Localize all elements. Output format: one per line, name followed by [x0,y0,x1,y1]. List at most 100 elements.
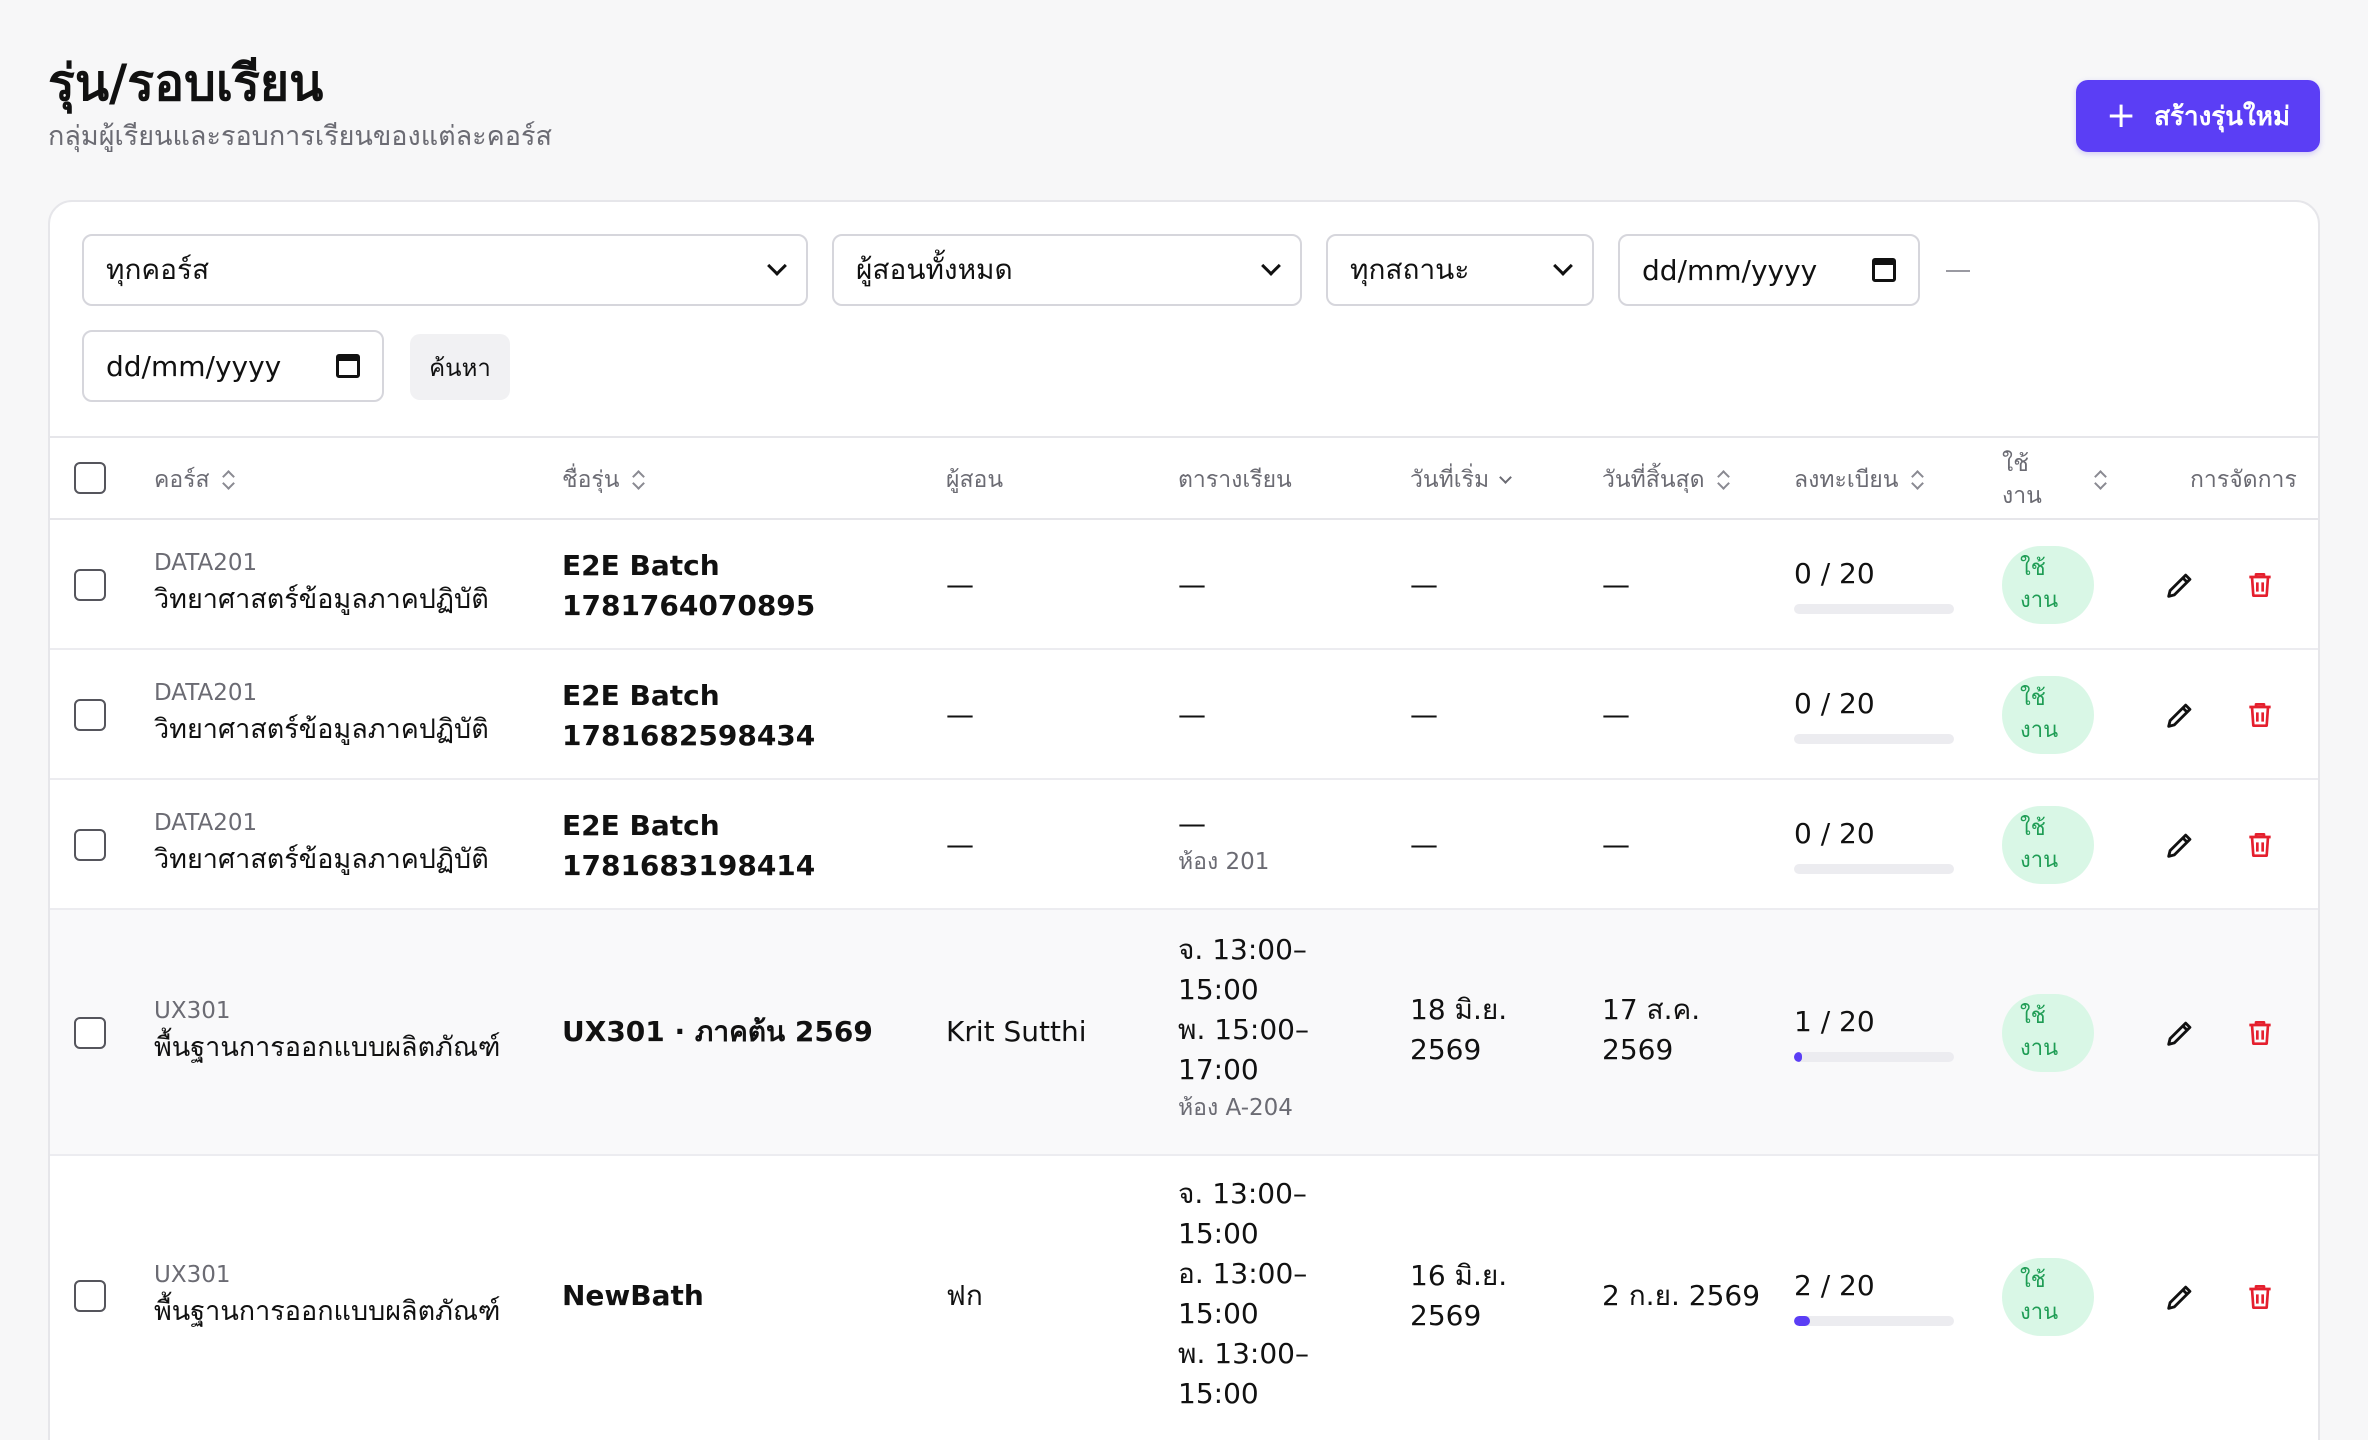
sort-icon [1911,469,1923,491]
trash-icon[interactable] [2240,695,2280,735]
course-filter-select[interactable]: ทุกคอร์ส [82,234,808,306]
header-start[interactable]: วันที่เริ่ม [1410,438,1513,522]
batch-name-line1: E2E Batch [562,809,720,842]
row-checkbox[interactable] [74,699,106,731]
enrolled-count: 2 / 20 [1794,1269,1875,1302]
row-checkbox[interactable] [74,1280,106,1312]
pencil-icon[interactable] [2160,1277,2200,1317]
header-instructor: ผู้สอน [946,438,1003,522]
calendar-icon[interactable] [336,354,360,378]
room-label: ห้อง 201 [1178,849,1270,875]
pencil-icon[interactable] [2160,565,2200,605]
start-date-line2: 2569 [1410,1299,1482,1332]
active-badge-line2: งาน [2020,588,2059,613]
header-actions-label: การจัดการ [2190,467,2297,493]
schedule-cell: — [1178,568,1206,601]
select-all-checkbox[interactable] [74,462,106,494]
start-date-line2: 2569 [1410,1033,1482,1066]
schedule-line: จ. 13:00– [1178,933,1307,966]
course-cell: DATA201 วิทยาศาสตร์ข้อมูลภาคปฏิบัติ [154,806,489,880]
status-filter-select[interactable]: ทุกสถานะ [1326,234,1594,306]
table-header: คอร์ส ชื่อรุ่น ผู้สอน ตารางเรียน วันที่เ… [50,436,2318,520]
schedule-line: 15:00 [1178,973,1259,1006]
active-badge-line2: งาน [2020,848,2059,873]
header-batch[interactable]: ชื่อรุ่น [562,438,644,522]
header-course-label: คอร์ส [154,467,210,493]
schedule-line: 17:00 [1178,1053,1259,1086]
schedule-cell: จ. 13:00– 15:00 อ. 13:00– 15:00 พ. 13:00… [1178,1174,1309,1414]
date-to-input[interactable]: dd/mm/yyyy [82,330,384,402]
schedule-line: พ. 13:00– [1178,1337,1309,1370]
enrolled-count: 1 / 20 [1794,1005,1875,1038]
row-checkbox[interactable] [74,1017,106,1049]
table-row: DATA201 วิทยาศาสตร์ข้อมูลภาคปฏิบัติ E2E … [50,780,2318,910]
chevron-down-icon [1261,256,1281,276]
header-end[interactable]: วันที่สิ้นสุด [1602,438,1729,522]
batch-name-line2: 1781683198414 [562,849,816,882]
batch-name-line2: 1781764070895 [562,589,816,622]
batch-cell: NewBath [562,1276,704,1316]
batch-name-line1: UX301 · ภาคต้น 2569 [562,1015,873,1048]
end-date-cell: 2 ก.ย. 2569 [1602,1279,1761,1312]
trash-icon[interactable] [2240,565,2280,605]
batch-cell: E2E Batch 1781683198414 [562,806,815,886]
batch-cell: E2E Batch 1781764070895 [562,546,815,626]
course-code: UX301 [154,998,231,1024]
start-date-line1: 18 มิ.ย. [1410,993,1508,1026]
schedule-line: 15:00 [1178,1217,1259,1250]
trash-icon[interactable] [2240,825,2280,865]
row-checkbox[interactable] [74,829,106,861]
end-date-line2: 2569 [1602,1033,1674,1066]
active-badge-line1: ใช้ [2020,1268,2046,1293]
enrolled-count: 0 / 20 [1794,687,1875,720]
pencil-icon[interactable] [2160,825,2200,865]
enrolled-count: 0 / 20 [1794,557,1875,590]
header-course[interactable]: คอร์ส [154,438,234,522]
date-from-input[interactable]: dd/mm/yyyy [1618,234,1920,306]
instructor-cell: ฟก [946,1279,983,1312]
active-badge-line1: ใช้ [2020,816,2046,841]
course-cell: DATA201 วิทยาศาสตร์ข้อมูลภาคปฏิบัติ [154,546,489,620]
header-end-label: วันที่สิ้นสุด [1602,467,1705,493]
enrolled-progress [1794,734,1954,744]
trash-icon[interactable] [2240,1013,2280,1053]
pencil-icon[interactable] [2160,1013,2200,1053]
end-date-cell: — [1602,698,1630,731]
batch-name-line1: NewBath [562,1279,704,1312]
instructor-cell: Krit Sutthi [946,1015,1087,1048]
active-badge-line2: งาน [2020,718,2059,743]
course-name: วิทยาศาสตร์ข้อมูลภาคปฏิบัติ [154,714,489,745]
batches-card: ทุกคอร์ส ผู้สอนทั้งหมด ทุกสถานะ dd/mm/yy… [48,200,2320,1440]
header-active[interactable]: ใช้ งาน [2002,438,2106,522]
active-badge: ใช้ งาน [2002,676,2094,754]
active-badge-line2: งาน [2020,1036,2059,1061]
header-active-label: ใช้ งาน [2002,448,2042,512]
course-name: พื้นฐานการออกแบบผลิตภัณฑ์ [154,1296,501,1327]
course-name: วิทยาศาสตร์ข้อมูลภาคปฏิบัติ [154,844,489,875]
trash-icon[interactable] [2240,1277,2280,1317]
course-cell: DATA201 วิทยาศาสตร์ข้อมูลภาคปฏิบัติ [154,676,489,750]
pencil-icon[interactable] [2160,695,2200,735]
row-checkbox[interactable] [74,569,106,601]
course-name: พื้นฐานการออกแบบผลิตภัณฑ์ [154,1032,501,1063]
table-row: DATA201 วิทยาศาสตร์ข้อมูลภาคปฏิบัติ E2E … [50,650,2318,780]
end-date-cell: — [1602,568,1630,601]
header-batch-label: ชื่อรุ่น [562,467,620,493]
schedule-line: 15:00 [1178,1297,1259,1330]
end-date-line1: 17 ส.ค. [1602,993,1701,1026]
sort-icon [2094,469,2106,491]
batch-cell: UX301 · ภาคต้น 2569 [562,1012,873,1052]
header-enrolled[interactable]: ลงทะเบียน [1794,438,1923,522]
search-button[interactable]: ค้นหา [410,334,510,400]
start-date-cell: 18 มิ.ย. 2569 [1410,990,1507,1070]
schedule-line: อ. 13:00– [1178,1257,1308,1290]
instructor-filter-select[interactable]: ผู้สอนทั้งหมด [832,234,1302,306]
calendar-icon[interactable] [1872,258,1896,282]
course-name: วิทยาศาสตร์ข้อมูลภาคปฏิบัติ [154,584,489,615]
active-badge-line1: ใช้ [2020,686,2046,711]
active-badge: ใช้ งาน [2002,546,2094,624]
table-row: DATA201 วิทยาศาสตร์ข้อมูลภาคปฏิบัติ E2E … [50,520,2318,650]
table-row: UX301 พื้นฐานการออกแบบผลิตภัณฑ์ NewBath … [50,1156,2318,1440]
create-batch-button[interactable]: + สร้างรุ่นใหม่ [2076,80,2320,152]
page-title: รุ่น/รอบเรียน [48,54,324,112]
